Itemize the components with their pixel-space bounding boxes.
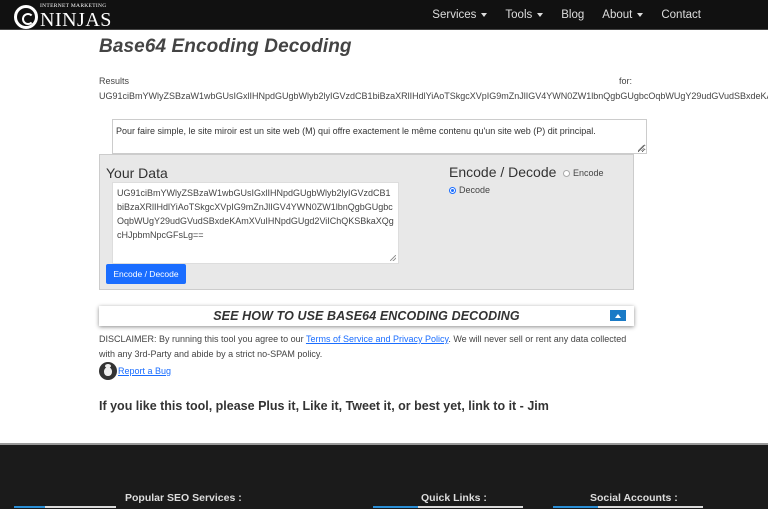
resize-grip-icon[interactable] [638, 145, 644, 151]
caret-down-icon [637, 13, 644, 17]
decode-radio-label: Decode [459, 185, 491, 195]
encode-radio-option[interactable]: Encode [563, 168, 604, 178]
decode-radio[interactable] [449, 186, 456, 194]
collapse-toggle-button[interactable] [610, 310, 626, 321]
footer-heading-quick-links: Quick Links : [421, 492, 487, 504]
nav-about[interactable]: About [593, 9, 652, 21]
main-nav: Services Tools Blog About Contact [423, 0, 710, 30]
nav-blog[interactable]: Blog [552, 9, 593, 21]
nav-contact-label: Contact [661, 9, 701, 21]
how-to-use-bar[interactable]: SEE HOW TO USE BASE64 ENCODING DECODING [99, 306, 634, 326]
encode-decode-button[interactable]: Encode / Decode [106, 264, 186, 284]
data-input-value: UG91ciBmYWlyZSBzaW1wbGUsIGxlIHNpdGUgbWly… [117, 188, 394, 240]
results-for-label: for: [619, 76, 633, 86]
footer-col-seo-services: Popular SEO Services : [125, 488, 242, 506]
results-input-echo: UG91ciBmYWlyZSBzaW1wbGUsIGxlIHNpdGUgbWly… [99, 91, 768, 101]
caret-down-icon [481, 13, 488, 17]
nav-tools[interactable]: Tools [496, 9, 552, 21]
disclaimer: DISCLAIMER: By running this tool you agr… [99, 332, 639, 362]
logo-name: NINJAS [40, 9, 112, 31]
footer-divider [14, 506, 116, 508]
footer: Popular SEO Services : Quick Links : Soc… [0, 443, 768, 509]
page-title: Base64 Encoding Decoding [99, 36, 352, 57]
footer-col-quick-links: Quick Links : [421, 488, 487, 506]
bug-icon [99, 362, 117, 380]
encode-radio-label: Encode [573, 168, 604, 178]
decoded-output-textarea[interactable]: Pour faire simple, le site miroir est un… [112, 119, 647, 154]
site-logo[interactable]: INTERNET MARKETING NINJAS [14, 2, 112, 30]
results-label: Results [99, 76, 130, 86]
nav-about-label: About [602, 9, 633, 21]
decode-radio-option[interactable]: Decode [449, 185, 490, 195]
footer-heading-seo-services: Popular SEO Services : [125, 492, 242, 504]
nav-contact[interactable]: Contact [652, 9, 710, 21]
footer-heading-social-accounts: Social Accounts : [590, 492, 678, 504]
nav-blog-label: Blog [561, 9, 585, 21]
share-cta-text: If you like this tool, please Plus it, L… [99, 399, 549, 413]
mode-label: Encode / Decode [449, 164, 557, 180]
nav-services-label: Services [432, 9, 477, 21]
decoded-output-text: Pour faire simple, le site miroir est un… [116, 126, 596, 136]
resize-grip-icon[interactable] [390, 255, 396, 261]
terms-privacy-link[interactable]: Terms of Service and Privacy Policy [306, 334, 448, 344]
data-input-textarea[interactable]: UG91ciBmYWlyZSBzaW1wbGUsIGxlIHNpdGUgbWly… [112, 182, 399, 264]
disclaimer-prefix: DISCLAIMER: By running this tool you agr… [99, 334, 306, 344]
nav-tools-label: Tools [505, 9, 533, 21]
nav-services[interactable]: Services [423, 9, 496, 21]
ninja-logo-icon [14, 5, 38, 29]
collapse-up-icon [615, 313, 621, 318]
encode-radio[interactable] [563, 169, 570, 177]
footer-divider [373, 506, 523, 508]
footer-col-social-accounts: Social Accounts : [590, 488, 678, 506]
how-to-use-title: SEE HOW TO USE BASE64 ENCODING DECODING [213, 309, 520, 323]
top-navbar: INTERNET MARKETING NINJAS Services Tools… [0, 0, 768, 30]
footer-divider [553, 506, 703, 508]
your-data-label: Your Data [106, 165, 168, 181]
tool-form-panel: Your Data UG91ciBmYWlyZSBzaW1wbGUsIGxlIH… [99, 154, 634, 290]
report-bug-row: Report a Bug [99, 362, 171, 380]
caret-down-icon [537, 13, 544, 17]
report-bug-link[interactable]: Report a Bug [118, 366, 171, 376]
